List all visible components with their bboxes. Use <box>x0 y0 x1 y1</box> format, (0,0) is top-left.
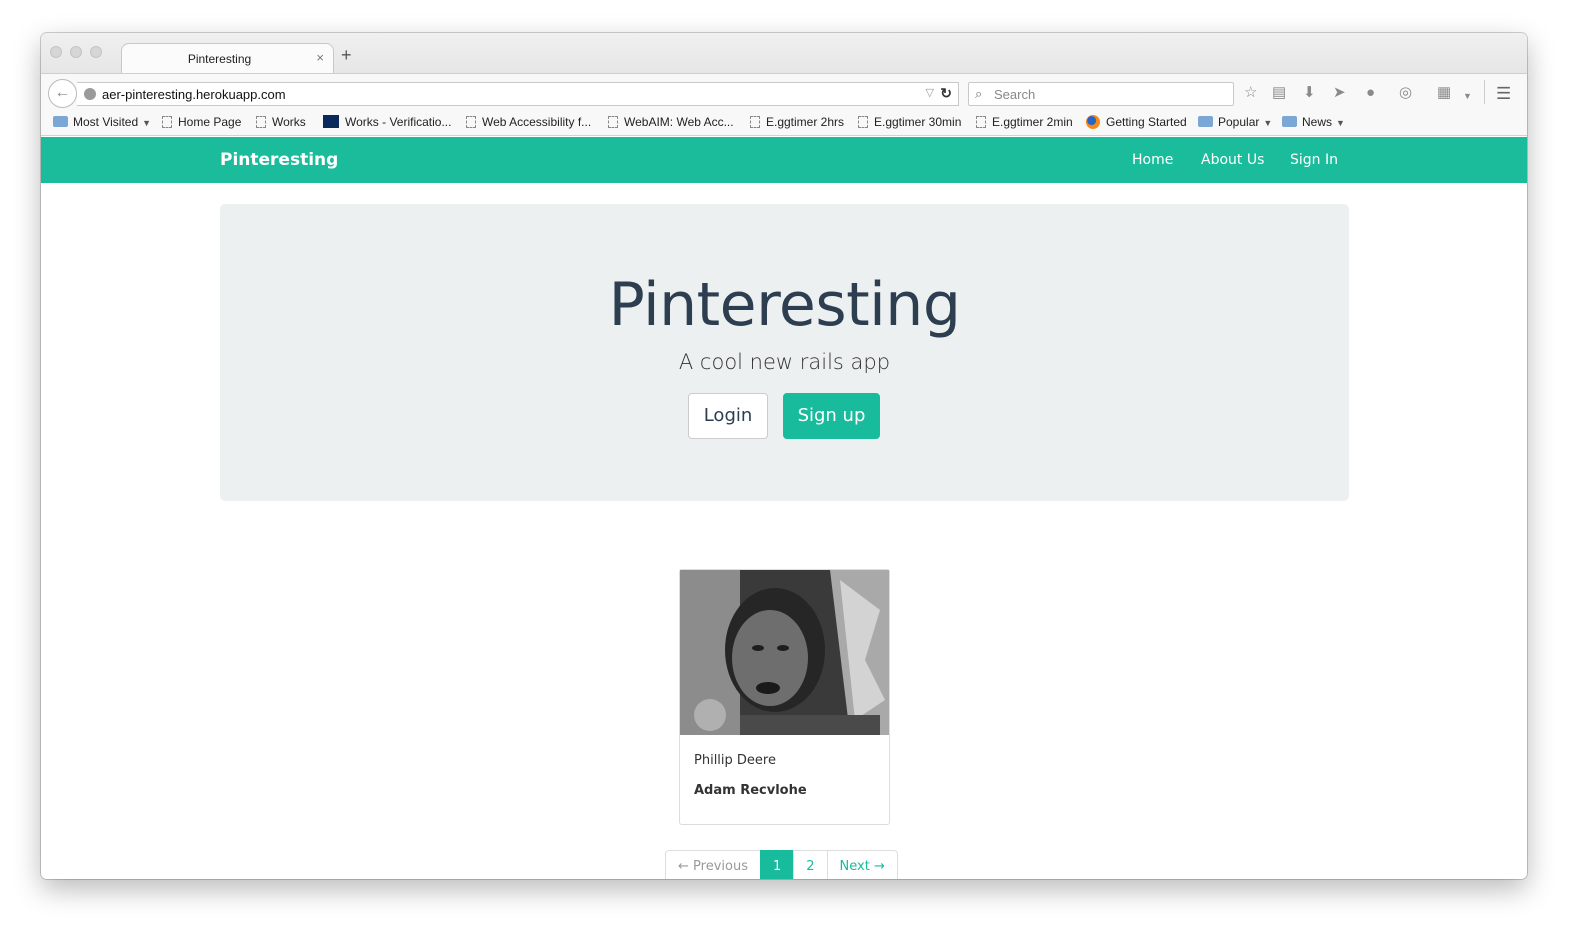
bookmark-home-page[interactable]: Home Page <box>162 115 241 129</box>
pin-image[interactable] <box>680 570 889 735</box>
login-button[interactable]: Login <box>688 393 768 439</box>
pin-description: Phillip Deere <box>694 753 776 768</box>
back-arrow-icon: ← <box>54 84 71 101</box>
folder-icon <box>1282 116 1297 127</box>
pagination-page-2[interactable]: 2 <box>793 850 828 879</box>
toolbar-divider <box>1484 80 1485 104</box>
hero-subtitle: A cool new rails app <box>678 350 891 374</box>
nav-link-about-us[interactable]: About Us <box>1201 152 1264 168</box>
bookmark-eggtimer-30min[interactable]: E.ggtimer 30min <box>858 115 961 129</box>
browser-window: Pinteresting × + ← aer-pinteresting.hero… <box>41 33 1527 879</box>
reading-list-icon[interactable]: ▤ <box>1272 85 1286 101</box>
nav-link-home[interactable]: Home <box>1132 152 1173 168</box>
globe-icon <box>84 88 96 100</box>
chevron-down-icon: ▼ <box>1263 118 1273 128</box>
bookmark-most-visited[interactable]: Most Visited ▼ <box>53 115 151 129</box>
page-icon <box>256 116 266 128</box>
back-button[interactable]: ← <box>48 79 77 108</box>
page-icon <box>750 116 760 128</box>
search-placeholder: Search <box>994 87 1036 102</box>
zoom-window-button[interactable] <box>90 46 102 58</box>
folder-icon <box>1198 116 1213 127</box>
pagination-page-1[interactable]: 1 <box>759 850 795 879</box>
download-icon[interactable]: ⬇ <box>1303 85 1316 101</box>
tab-close-icon[interactable]: × <box>316 50 324 65</box>
bookmark-star-icon[interactable]: ☆ <box>1244 85 1257 101</box>
nav-link-sign-in[interactable]: Sign In <box>1290 152 1338 168</box>
pin-card[interactable]: Phillip Deere Adam Recvlohe <box>679 569 890 825</box>
chevron-down-icon: ▼ <box>1336 118 1345 128</box>
site-navbar: Pinteresting Home About Us Sign In <box>41 137 1527 183</box>
bookmark-news[interactable]: News ▼ <box>1282 115 1345 129</box>
page-icon <box>608 116 618 128</box>
folder-icon <box>53 116 68 127</box>
hamburger-menu-icon[interactable]: ☰ <box>1496 84 1511 104</box>
bookmark-webaim[interactable]: WebAIM: Web Acc... <box>608 115 734 129</box>
chat-icon[interactable]: ● <box>1366 85 1375 101</box>
browser-tab[interactable]: Pinteresting × <box>121 43 334 74</box>
bookmark-works[interactable]: Works <box>256 115 306 129</box>
chevron-down-icon[interactable]: ▼ <box>1463 88 1472 104</box>
search-icon: ⌕ <box>975 86 983 101</box>
shield-icon <box>323 115 339 128</box>
url-text[interactable]: aer-pinteresting.herokuapp.com <box>102 87 286 102</box>
chevron-down-icon: ▼ <box>142 118 152 128</box>
bookmarks-bar: Most Visited ▼ Home Page Works Works - Ve… <box>41 109 1527 136</box>
url-dropdown-icon[interactable]: ▽ <box>926 86 934 99</box>
hero-jumbotron: Pinteresting A cool new rails app Login … <box>220 204 1349 501</box>
bookmark-eggtimer-2hrs[interactable]: E.ggtimer 2hrs <box>750 115 844 129</box>
firefox-icon <box>1086 115 1100 129</box>
close-window-button[interactable] <box>50 46 62 58</box>
portrait-photo <box>680 570 889 735</box>
hero-title: Pinteresting <box>608 270 961 340</box>
bookmark-getting-started[interactable]: Getting Started <box>1086 115 1187 129</box>
bookmark-web-accessibility[interactable]: Web Accessibility f... <box>466 115 591 129</box>
minimize-window-button[interactable] <box>70 46 82 58</box>
extension-icon[interactable]: ◎ <box>1399 85 1412 101</box>
tab-title: Pinteresting <box>187 52 252 66</box>
pagination-previous[interactable]: ← Previous <box>665 850 761 879</box>
nav-toolbar: ← aer-pinteresting.herokuapp.com ▽ ↻ ⌕ S… <box>41 73 1527 109</box>
navbar-brand[interactable]: Pinteresting <box>220 150 338 170</box>
url-bar[interactable]: aer-pinteresting.herokuapp.com ▽ ↻ <box>77 82 959 106</box>
page-icon <box>976 116 986 128</box>
pin-user-name: Adam Recvlohe <box>694 783 807 798</box>
bookmark-popular[interactable]: Popular ▼ <box>1198 115 1272 129</box>
pagination: ← Previous 1 2 Next → <box>665 850 898 879</box>
send-icon[interactable]: ➤ <box>1333 85 1346 101</box>
signup-button[interactable]: Sign up <box>783 393 880 439</box>
bookmark-eggtimer-2min[interactable]: E.ggtimer 2min <box>976 115 1073 129</box>
page-icon <box>466 116 476 128</box>
bookmark-works-verification[interactable]: Works - Verificatio... <box>323 115 451 129</box>
page-icon <box>858 116 868 128</box>
page-viewport: Pinteresting Home About Us Sign In Pinte… <box>41 137 1527 879</box>
pagination-next[interactable]: Next → <box>826 850 898 879</box>
page-icon <box>162 116 172 128</box>
title-bar: Pinteresting × + <box>41 33 1527 74</box>
new-tab-button[interactable]: + <box>341 46 352 64</box>
reload-icon[interactable]: ↻ <box>940 85 952 102</box>
grid-icon[interactable]: ▦ <box>1437 85 1451 101</box>
search-input[interactable]: ⌕ Search <box>968 82 1234 106</box>
